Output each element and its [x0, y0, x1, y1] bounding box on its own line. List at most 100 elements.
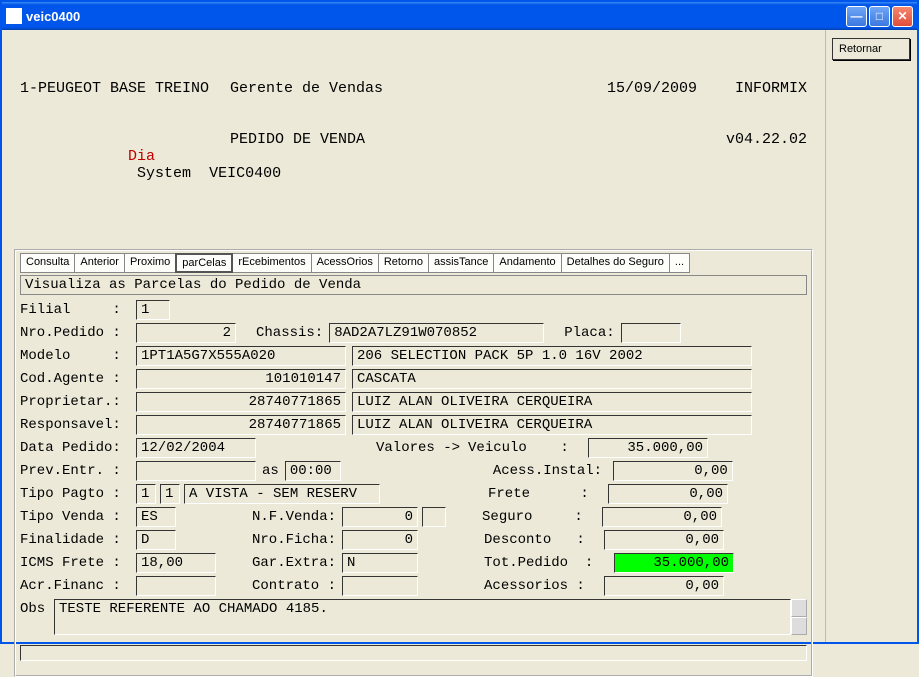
filial-label: Filial : — [20, 302, 136, 318]
app-icon — [6, 8, 22, 24]
close-button[interactable]: ✕ — [892, 6, 913, 27]
minimize-button[interactable]: — — [846, 6, 867, 27]
finalidade-label: Finalidade : — [20, 532, 136, 548]
header-date: 15/09/2009 — [587, 80, 697, 97]
veiculo-field: 35.000,00 — [588, 438, 708, 458]
data-pedido-field[interactable]: 12/02/2004 — [136, 438, 256, 458]
finalidade-field[interactable]: D — [136, 530, 176, 550]
scroll-up-icon[interactable] — [791, 599, 807, 617]
obs-field[interactable]: TESTE REFERENTE AO CHAMADO 4185. — [54, 599, 791, 635]
proprietar-label: Proprietar.: — [20, 394, 136, 410]
obs-scrollbar[interactable] — [791, 599, 807, 635]
tipo-pagto-2-field[interactable]: 1 — [160, 484, 180, 504]
retornar-button[interactable]: Retornar — [832, 38, 910, 60]
tipo-venda-label: Tipo Venda : — [20, 509, 136, 525]
tot-pedido-label: Tot.Pedido : — [484, 555, 614, 571]
valores-label: Valores -> — [376, 440, 460, 456]
prev-entr-label: Prev.Entr. : — [20, 463, 136, 479]
tab-consulta[interactable]: Consulta — [20, 253, 75, 273]
nf-venda-extra-field[interactable] — [422, 507, 446, 527]
acess-instal-label: Acess.Instal: — [493, 463, 613, 479]
tab-proximo[interactable]: Proximo — [124, 253, 176, 273]
acr-financ-label: Acr.Financ : — [20, 578, 136, 594]
frete-field: 0,00 — [608, 484, 728, 504]
seguro-field: 0,00 — [602, 507, 722, 527]
acessorios-label: Acessorios : — [484, 578, 604, 594]
user-role: Gerente de Vendas — [230, 80, 587, 97]
form-frame: Consulta Anterior Proximo parCelas rEceb… — [14, 249, 813, 677]
as-label: as — [262, 463, 279, 479]
tab-retorno[interactable]: Retorno — [378, 253, 429, 273]
org-name: 1-PEUGEOT BASE TREINO — [20, 80, 230, 97]
tab-detalhes[interactable]: Detalhes do Seguro — [561, 253, 670, 273]
nro-pedido-field[interactable]: 2 — [136, 323, 236, 343]
contrato-label: Contrato : — [252, 578, 336, 594]
veiculo-label: Veiculo : — [468, 440, 588, 456]
tipo-pagto-desc-field: A VISTA - SEM RESERV — [184, 484, 380, 504]
responsavel-code-field[interactable]: 28740771865 — [136, 415, 346, 435]
gar-extra-label: Gar.Extra: — [252, 555, 336, 571]
contrato-field[interactable] — [342, 576, 418, 596]
tab-description: Visualiza as Parcelas do Pedido de Venda — [20, 275, 807, 295]
tab-bar: Consulta Anterior Proximo parCelas rEceb… — [20, 253, 807, 273]
filial-field[interactable]: 1 — [136, 300, 170, 320]
tipo-venda-field[interactable]: ES — [136, 507, 176, 527]
tab-andamento[interactable]: Andamento — [493, 253, 561, 273]
maximize-button[interactable]: □ — [869, 6, 890, 27]
prev-entr-field[interactable] — [136, 461, 256, 481]
screen-title: PEDIDO DE VENDA — [230, 131, 587, 199]
chassis-label: Chassis: — [256, 325, 323, 341]
frete-label: Frete : — [488, 486, 608, 502]
icms-frete-label: ICMS Frete : — [20, 555, 136, 571]
seguro-label: Seguro : — [482, 509, 602, 525]
tab-more[interactable]: ... — [669, 253, 690, 273]
acr-financ-field[interactable] — [136, 576, 216, 596]
nf-venda-field[interactable]: 0 — [342, 507, 418, 527]
modelo-desc-field: 206 SELECTION PACK 5P 1.0 16V 2002 — [352, 346, 752, 366]
icms-frete-field[interactable]: 18,00 — [136, 553, 216, 573]
modelo-label: Modelo : — [20, 348, 136, 364]
tab-parcelas[interactable]: parCelas — [175, 253, 233, 273]
nf-venda-label: N.F.Venda: — [252, 509, 336, 525]
desconto-field: 0,00 — [604, 530, 724, 550]
side-panel: Retornar — [825, 30, 917, 642]
placa-field[interactable] — [621, 323, 681, 343]
desconto-label: Desconto : — [484, 532, 604, 548]
gar-extra-field[interactable]: N — [342, 553, 418, 573]
nro-pedido-label: Nro.Pedido : — [20, 325, 136, 341]
prev-entr-time-field[interactable]: 00:00 — [285, 461, 341, 481]
dia-label: Dia — [128, 148, 155, 165]
nro-ficha-field[interactable]: 0 — [342, 530, 418, 550]
obs-label: Obs — [20, 599, 54, 617]
placa-label: Placa: — [564, 325, 614, 341]
main-panel: 1-PEUGEOT BASE TREINO Gerente de Vendas … — [2, 30, 825, 642]
tab-assistance[interactable]: assisTance — [428, 253, 494, 273]
tab-acessorios[interactable]: AcessOrios — [311, 253, 379, 273]
status-strip — [20, 645, 807, 661]
proprietar-name-field: LUIZ ALAN OLIVEIRA CERQUEIRA — [352, 392, 752, 412]
cod-agente-field[interactable]: 101010147 — [136, 369, 346, 389]
modelo-code-field[interactable]: 1PT1A5G7X555A020 — [136, 346, 346, 366]
responsavel-label: Responsavel: — [20, 417, 136, 433]
chassis-field[interactable]: 8AD2A7LZ91W070852 — [329, 323, 544, 343]
header-block: 1-PEUGEOT BASE TREINO Gerente de Vendas … — [10, 42, 817, 249]
window-title: veic0400 — [26, 9, 846, 24]
system-label — [128, 165, 137, 182]
acessorios-field: 0,00 — [604, 576, 724, 596]
scroll-down-icon[interactable] — [791, 617, 807, 635]
tab-recebimentos[interactable]: rEcebimentos — [232, 253, 311, 273]
tipo-pagto-1-field[interactable]: 1 — [136, 484, 156, 504]
responsavel-name-field: LUIZ ALAN OLIVEIRA CERQUEIRA — [352, 415, 752, 435]
data-pedido-label: Data Pedido: — [20, 440, 136, 456]
agente-name-field: CASCATA — [352, 369, 752, 389]
nro-ficha-label: Nro.Ficha: — [252, 532, 336, 548]
cod-agente-label: Cod.Agente : — [20, 371, 136, 387]
db-name: INFORMIX — [697, 80, 807, 97]
tab-anterior[interactable]: Anterior — [74, 253, 125, 273]
version: v04.22.02 — [587, 131, 807, 199]
acess-instal-field: 0,00 — [613, 461, 733, 481]
titlebar[interactable]: veic0400 — □ ✕ — [2, 2, 917, 30]
proprietar-code-field[interactable]: 28740771865 — [136, 392, 346, 412]
app-window: veic0400 — □ ✕ 1-PEUGEOT BASE TREINO Ger… — [0, 0, 919, 644]
tot-pedido-field: 35.000,00 — [614, 553, 734, 573]
